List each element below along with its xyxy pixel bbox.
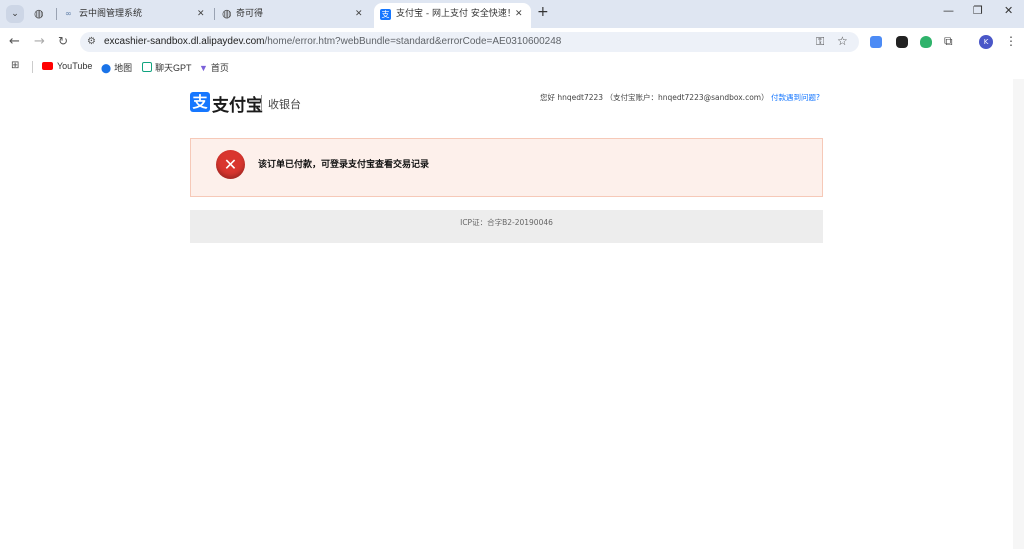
tab-favicon-icon: ∞ [65, 9, 72, 18]
cashier-label: 收银台 [268, 98, 301, 111]
translate-extension-icon[interactable] [870, 36, 882, 48]
kebab-menu-icon[interactable]: ⋮ [1005, 34, 1017, 48]
back-button[interactable]: ← [9, 34, 20, 49]
tab-close-icon[interactable]: ✕ [355, 3, 363, 25]
tab-separator [56, 8, 57, 20]
extension-icon[interactable] [896, 36, 908, 48]
url-text[interactable]: excashier-sandbox.dl.alipaydev.com/home/… [104, 32, 561, 52]
tab-close-icon[interactable]: ✕ [197, 3, 205, 25]
maps-icon: ⬤ [101, 63, 112, 73]
tab-alipay[interactable]: 支 支付宝 - 网上支付 安全快速！ ✕ [374, 3, 531, 28]
error-message: 该订单已付款，可登录支付宝查看交易记录 [258, 160, 430, 170]
tab-title: 支付宝 - 网上支付 安全快速！ [396, 9, 516, 19]
tab-close-icon[interactable]: ✕ [515, 3, 523, 25]
alipay-logo-text: 支付宝 [212, 96, 263, 116]
url-host: excashier-sandbox.dl.alipaydev.com [104, 36, 265, 47]
bookmark-label: 首页 [210, 63, 229, 73]
bookmark-youtube[interactable]: YouTube [42, 61, 92, 71]
tab-yunzhongge[interactable]: ∞ 云中阁管理系统 ✕ [60, 3, 210, 28]
alipay-favicon-icon: 支 [380, 9, 391, 20]
profile-avatar[interactable]: K [979, 35, 993, 49]
bookmark-home[interactable]: ▼ 首页 [199, 61, 229, 74]
apps-grid-icon[interactable]: ⊞ [11, 60, 19, 71]
bookmark-label: 地图 [114, 63, 133, 73]
bookmarks-bar: ⊞ YouTube ⬤ 地图 聊天GPT ▼ 首页 [0, 57, 1024, 77]
address-bar[interactable]: ⚙ excashier-sandbox.dl.alipaydev.com/hom… [80, 32, 859, 52]
user-info: 您好 hnqedt7223 （支付宝账户：hnqedt7223@sandbox.… [540, 92, 820, 103]
new-tab-button[interactable]: + [537, 4, 549, 20]
globe-icon: ◍ [34, 7, 44, 20]
extensions-puzzle-icon[interactable]: ⧉ [944, 34, 953, 49]
bookmark-label: 聊天GPT [155, 63, 192, 73]
restore-button[interactable]: ❐ [973, 4, 983, 17]
chatgpt-icon [142, 62, 152, 72]
tab-title: 奇可得 [236, 9, 264, 19]
icp-license: ICP证：合字B2-20190046 [460, 218, 553, 227]
help-link[interactable]: 付款遇到问题? [771, 93, 820, 102]
bookmark-chatgpt[interactable]: 聊天GPT [142, 61, 192, 74]
tab-strip: ⌄ ◍ ∞ 云中阁管理系统 ✕ ◍ 奇可得 ✕ 支 支付宝 - 网上支付 安全快… [0, 0, 1024, 28]
alipay-logo-icon: 支 [190, 92, 210, 112]
scrollbar[interactable] [1013, 79, 1024, 549]
bookmark-divider [32, 61, 33, 73]
forward-button[interactable]: → [34, 34, 45, 49]
tab-qikede[interactable]: ◍ 奇可得 ✕ [218, 3, 368, 28]
user-greeting: 您好 hnqedt7223 （支付宝账户：hnqedt7223@sandbox.… [540, 93, 769, 102]
logo-divider [261, 95, 262, 111]
url-path: /home/error.htm?webBundle=standard&error… [264, 36, 562, 47]
bookmark-label: YouTube [57, 61, 93, 71]
error-icon: ✕ [216, 150, 245, 179]
footer: ICP证：合字B2-20190046 [190, 210, 823, 243]
vuetify-icon: ▼ [199, 63, 208, 73]
globe-icon: ◍ [222, 7, 232, 20]
site-info-icon[interactable]: ⚙ [87, 36, 96, 47]
bookmark-maps[interactable]: ⬤ 地图 [101, 61, 132, 74]
shield-extension-icon[interactable] [920, 36, 932, 48]
bookmark-star-icon[interactable]: ☆ [837, 34, 848, 48]
youtube-icon [42, 62, 53, 70]
minimize-button[interactable]: — [943, 4, 954, 17]
tab-search-button[interactable]: ⌄ [6, 5, 24, 23]
tab-title: 云中阁管理系统 [79, 9, 143, 19]
password-key-icon[interactable]: ⚿ [816, 35, 824, 49]
close-window-button[interactable]: ✕ [1004, 4, 1013, 17]
reload-button[interactable]: ↻ [58, 34, 68, 48]
tab-separator [214, 8, 215, 20]
